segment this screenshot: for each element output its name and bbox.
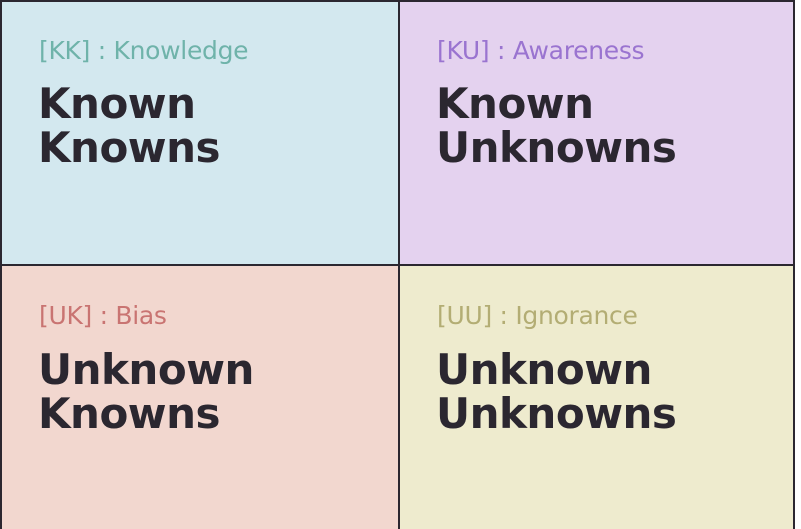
quadrant-title-line-2: Unknowns	[436, 123, 677, 172]
quadrant-tag: [KU] : Awareness	[437, 36, 645, 65]
quadrant-unknown-knowns: [UK] : Bias Unknown Knowns	[2, 266, 398, 529]
quadrant-known-knowns: [KK] : Knowledge Known Knowns	[2, 2, 398, 264]
quadrant-title-line-1: Known	[436, 79, 594, 128]
quadrant-title-line-2: Knowns	[38, 123, 221, 172]
quadrant-tag: [UU] : Ignorance	[437, 301, 638, 330]
quadrant-title-line-2: Knowns	[38, 389, 221, 438]
quadrant-title: Known Unknowns	[436, 79, 677, 172]
quadrant-tag: [KK] : Knowledge	[39, 36, 249, 65]
quadrant-title: Unknown Unknowns	[436, 345, 677, 438]
quadrant-unknown-unknowns: [UU] : Ignorance Unknown Unknowns	[400, 266, 793, 529]
quadrant-title-line-1: Unknown	[38, 345, 254, 394]
quadrant-known-unknowns: [KU] : Awareness Known Unknowns	[400, 2, 793, 264]
quadrant-title-line-1: Unknown	[436, 345, 652, 394]
quadrant-title: Known Knowns	[38, 79, 221, 172]
quadrant-tag: [UK] : Bias	[39, 301, 167, 330]
knowledge-matrix: [KK] : Knowledge Known Knowns [KU] : Awa…	[0, 0, 795, 529]
quadrant-title-line-1: Known	[38, 79, 196, 128]
quadrant-title-line-2: Unknowns	[436, 389, 677, 438]
quadrant-title: Unknown Knowns	[38, 348, 254, 436]
